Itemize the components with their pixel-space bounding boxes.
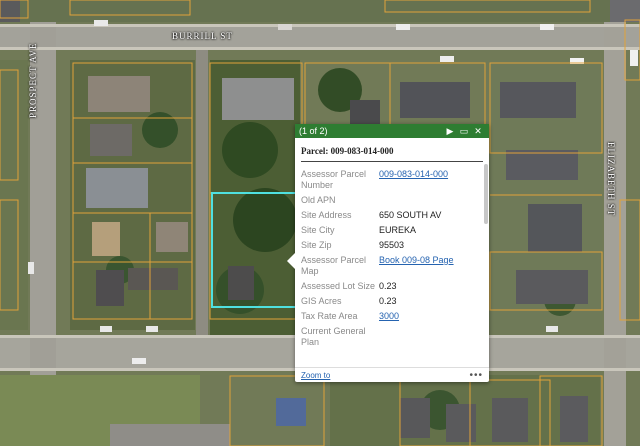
attribute-table: Assessor Parcel Number 009-083-014-000 Old… xyxy=(301,168,479,351)
attribute-label: GIS Acres xyxy=(301,296,342,306)
attribute-row: Assessor Parcel Number 009-083-014-000 xyxy=(301,168,479,194)
popup-body[interactable]: Assessor Parcel Number 009-083-014-000 Old… xyxy=(295,162,489,358)
attribute-row: GIS Acres 0.23 xyxy=(301,295,479,310)
street-label-burrill: BURRILL ST xyxy=(172,31,233,41)
attribute-value: EUREKA xyxy=(379,225,417,235)
attribute-label: Site City xyxy=(301,225,335,235)
attribute-value: 3000 xyxy=(379,310,479,325)
parcel-popup: (1 of 2) ▶ ▭ ✕ Parcel: 009-083-014-000 A… xyxy=(287,124,489,382)
popup-pointer xyxy=(287,253,295,269)
attribute-value: 009-083-014-000 xyxy=(379,168,479,194)
attribute-value: 0.23 xyxy=(379,296,397,306)
attribute-label: Assessed Lot Size xyxy=(301,281,376,291)
attribute-label: Site Address xyxy=(301,210,352,220)
attribute-label: Assessor Parcel Map xyxy=(301,255,367,276)
attribute-row: Site Zip 95503 xyxy=(301,239,479,254)
popup-title: Parcel: 009-083-014-000 xyxy=(301,138,483,162)
maximize-icon[interactable]: ▭ xyxy=(457,126,471,137)
close-icon[interactable]: ✕ xyxy=(471,126,485,137)
popup-scrollbar[interactable] xyxy=(484,164,488,224)
popup-header: (1 of 2) ▶ ▭ ✕ xyxy=(295,124,489,138)
attribute-label: Site Zip xyxy=(301,240,332,250)
attribute-row: Site Address 650 SOUTH AV xyxy=(301,209,479,224)
zoom-to-link[interactable]: Zoom to xyxy=(301,371,469,380)
attribute-value xyxy=(379,194,479,209)
more-actions-icon[interactable]: ••• xyxy=(469,370,483,381)
street-label-prospect: PROSPECT AVE xyxy=(28,42,38,118)
attribute-row: Old APN xyxy=(301,194,479,209)
attribute-value-link[interactable]: 3000 xyxy=(379,311,399,321)
next-feature-icon[interactable]: ▶ xyxy=(443,126,457,137)
road-elizabeth xyxy=(604,0,626,446)
attribute-row: Tax Rate Area 3000 xyxy=(301,310,479,325)
attribute-row: Assessed Lot Size 0.23 xyxy=(301,280,479,295)
attribute-value-link[interactable]: 009-083-014-000 xyxy=(379,169,448,179)
attribute-value: 650 SOUTH AV xyxy=(379,210,442,220)
attribute-value xyxy=(379,325,479,351)
street-label-elizabeth: ELIZABETH ST xyxy=(606,142,616,217)
attribute-label: Old APN xyxy=(301,195,336,205)
attribute-value-link[interactable]: Book 009-08 Page xyxy=(379,255,454,265)
attribute-row: Site City EUREKA xyxy=(301,224,479,239)
attribute-value: 95503 xyxy=(379,240,405,250)
attribute-row: Current General Plan xyxy=(301,325,479,351)
attribute-row: Assessor Parcel Map Book 009-08 Page xyxy=(301,254,479,280)
attribute-label: Tax Rate Area xyxy=(301,311,358,321)
attribute-label: Current General Plan xyxy=(301,326,366,347)
popup-feature-count: (1 of 2) xyxy=(299,126,328,136)
attribute-label: Assessor Parcel Number xyxy=(301,169,367,190)
attribute-value: Book 009-08 Page xyxy=(379,254,479,280)
popup-footer: Zoom to ••• xyxy=(295,367,489,382)
attribute-value: 0.23 xyxy=(379,281,397,291)
